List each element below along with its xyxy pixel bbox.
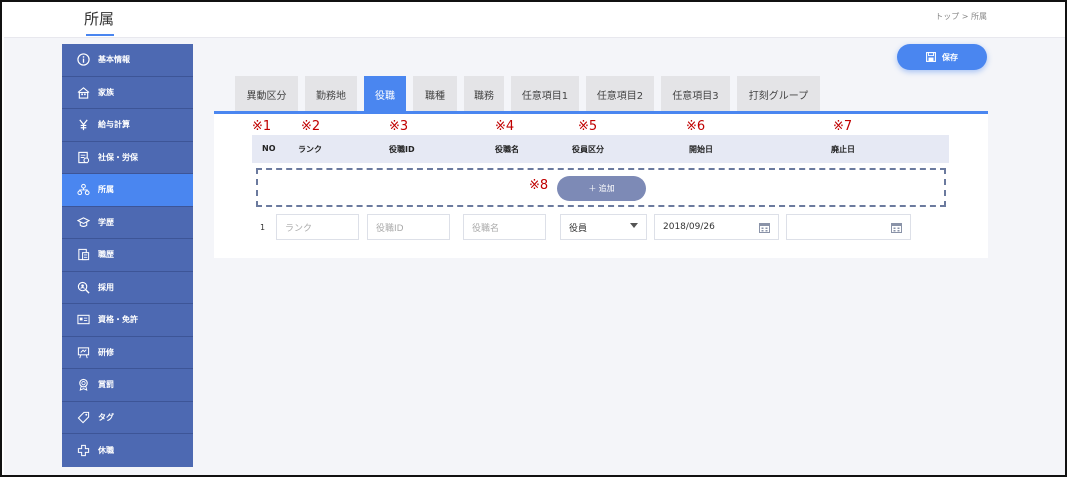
position-name-input[interactable]: 役職名	[463, 214, 546, 240]
column-header-no: NO	[262, 144, 276, 153]
annotation-5: ※5	[578, 119, 598, 134]
column-header-rank: ランク	[298, 145, 322, 154]
sidebar-item-license[interactable]: 資格・免許	[62, 304, 193, 337]
sidebar-item-label: 社保・労保	[98, 152, 138, 162]
tab-clock-group[interactable]: 打刻グループ	[737, 76, 820, 112]
row-number: 1	[260, 223, 266, 232]
position-panel: ※1 ※2 ※3 ※4 ※5 ※6 ※7 NO ランク 役職ID 役職名 役員区…	[214, 114, 988, 258]
sidebar-item-recruitment[interactable]: 採用	[62, 272, 193, 304]
save-button-label: 保存	[942, 52, 958, 62]
sidebar-item-family[interactable]: 家族	[62, 77, 193, 109]
annotation-6: ※6	[686, 119, 706, 134]
sidebar-item-label: 所属	[98, 185, 114, 195]
table-header: NO ランク 役職ID 役職名 役員区分 開始日 廃止日	[252, 135, 949, 163]
title-underline	[86, 34, 114, 36]
tab-duties[interactable]: 職務	[464, 76, 504, 112]
info-icon	[76, 53, 90, 67]
sidebar-item-label: 学歴	[98, 217, 114, 227]
column-header-position-id: 役職ID	[389, 145, 415, 154]
annotation-3: ※3	[389, 119, 409, 134]
column-header-position-name: 役職名	[495, 145, 519, 154]
column-header-officer-type: 役員区分	[572, 145, 604, 154]
tag-icon	[76, 410, 90, 424]
sidebar-item-basic-info[interactable]: 基本情報	[62, 44, 193, 77]
add-row-area: ※8 ＋ 追加	[256, 168, 946, 207]
sidebar-item-label: 職歴	[98, 250, 114, 260]
annotation-7: ※7	[833, 119, 853, 134]
save-icon	[926, 52, 936, 62]
sidebar-item-rewards[interactable]: 賞罰	[62, 369, 193, 402]
end-date-input[interactable]	[786, 214, 911, 240]
sidebar-item-work-history[interactable]: 職歴	[62, 239, 193, 272]
tab-work-location[interactable]: 勤務地	[305, 76, 357, 112]
annotation-2: ※2	[301, 119, 321, 134]
rank-input[interactable]: ランク	[276, 214, 359, 240]
add-row-button[interactable]: ＋ 追加	[557, 176, 646, 201]
app-window: 所属 トップ > 所属 基本情報 家族 給与計算 社保・労保 所属 学歴 職歴 …	[0, 0, 1067, 477]
calendar-icon[interactable]	[891, 222, 902, 233]
sidebar-item-leave[interactable]: 休職	[62, 434, 193, 467]
award-medal-icon	[76, 378, 90, 392]
insurance-icon	[76, 150, 90, 164]
license-icon	[76, 313, 90, 327]
sidebar-item-insurance[interactable]: 社保・労保	[62, 142, 193, 174]
sidebar-item-payroll[interactable]: 給与計算	[62, 109, 193, 142]
training-board-icon	[76, 345, 90, 359]
start-date-value: 2018/09/26	[663, 222, 715, 232]
sidebar-item-label: 資格・免許	[98, 315, 138, 325]
sidebar-item-education[interactable]: 学歴	[62, 207, 193, 239]
annotation-4: ※4	[495, 119, 515, 134]
sidebar-item-label: 基本情報	[98, 55, 130, 65]
organization-icon	[76, 183, 90, 197]
breadcrumb[interactable]: トップ > 所属	[935, 11, 987, 22]
tab-optional-2[interactable]: 任意項目2	[586, 76, 654, 112]
sidebar-item-training[interactable]: 研修	[62, 337, 193, 369]
start-date-input[interactable]: 2018/09/26	[654, 214, 779, 240]
sidebar-item-label: タグ	[98, 412, 114, 422]
annotation-8: ※8	[529, 178, 549, 193]
work-history-icon	[76, 248, 90, 262]
sidebar: 基本情報 家族 給与計算 社保・労保 所属 学歴 職歴 採用 資格・免許 研修 …	[62, 44, 193, 467]
annotation-1: ※1	[252, 119, 272, 134]
sidebar-item-label: 給与計算	[98, 120, 130, 130]
officer-type-select[interactable]: 役員	[560, 214, 647, 240]
page-title: 所属	[84, 10, 115, 28]
tab-optional-1[interactable]: 任意項目1	[511, 76, 579, 112]
tab-transfer-type[interactable]: 異動区分	[235, 76, 298, 112]
chevron-down-icon	[630, 223, 638, 228]
tab-position[interactable]: 役職	[364, 76, 406, 112]
payroll-icon	[76, 118, 90, 132]
sidebar-item-tag[interactable]: タグ	[62, 402, 193, 434]
sidebar-item-label: 賞罰	[98, 380, 114, 390]
sidebar-item-affiliation[interactable]: 所属	[62, 174, 193, 207]
sidebar-item-label: 研修	[98, 347, 114, 357]
calendar-icon[interactable]	[759, 222, 770, 233]
tab-job-type[interactable]: 職種	[413, 76, 457, 112]
recruit-search-icon	[76, 280, 90, 294]
column-header-start-date: 開始日	[689, 145, 713, 154]
cross-icon	[76, 443, 90, 457]
position-id-input[interactable]: 役職ID	[367, 214, 450, 240]
page-header: 所属 トップ > 所属	[4, 4, 1065, 38]
sidebar-item-label: 採用	[98, 282, 114, 292]
family-icon	[76, 85, 90, 99]
column-header-end-date: 廃止日	[831, 145, 855, 154]
tab-bar: 異動区分 勤務地 役職 職種 職務 任意項目1 任意項目2 任意項目3 打刻グル…	[235, 76, 820, 112]
sidebar-item-label: 休職	[98, 445, 114, 455]
officer-type-value: 役員	[569, 223, 588, 234]
save-button[interactable]: 保存	[897, 44, 987, 70]
tab-optional-3[interactable]: 任意項目3	[661, 76, 730, 112]
graduation-cap-icon	[76, 215, 90, 229]
sidebar-item-label: 家族	[98, 87, 114, 97]
